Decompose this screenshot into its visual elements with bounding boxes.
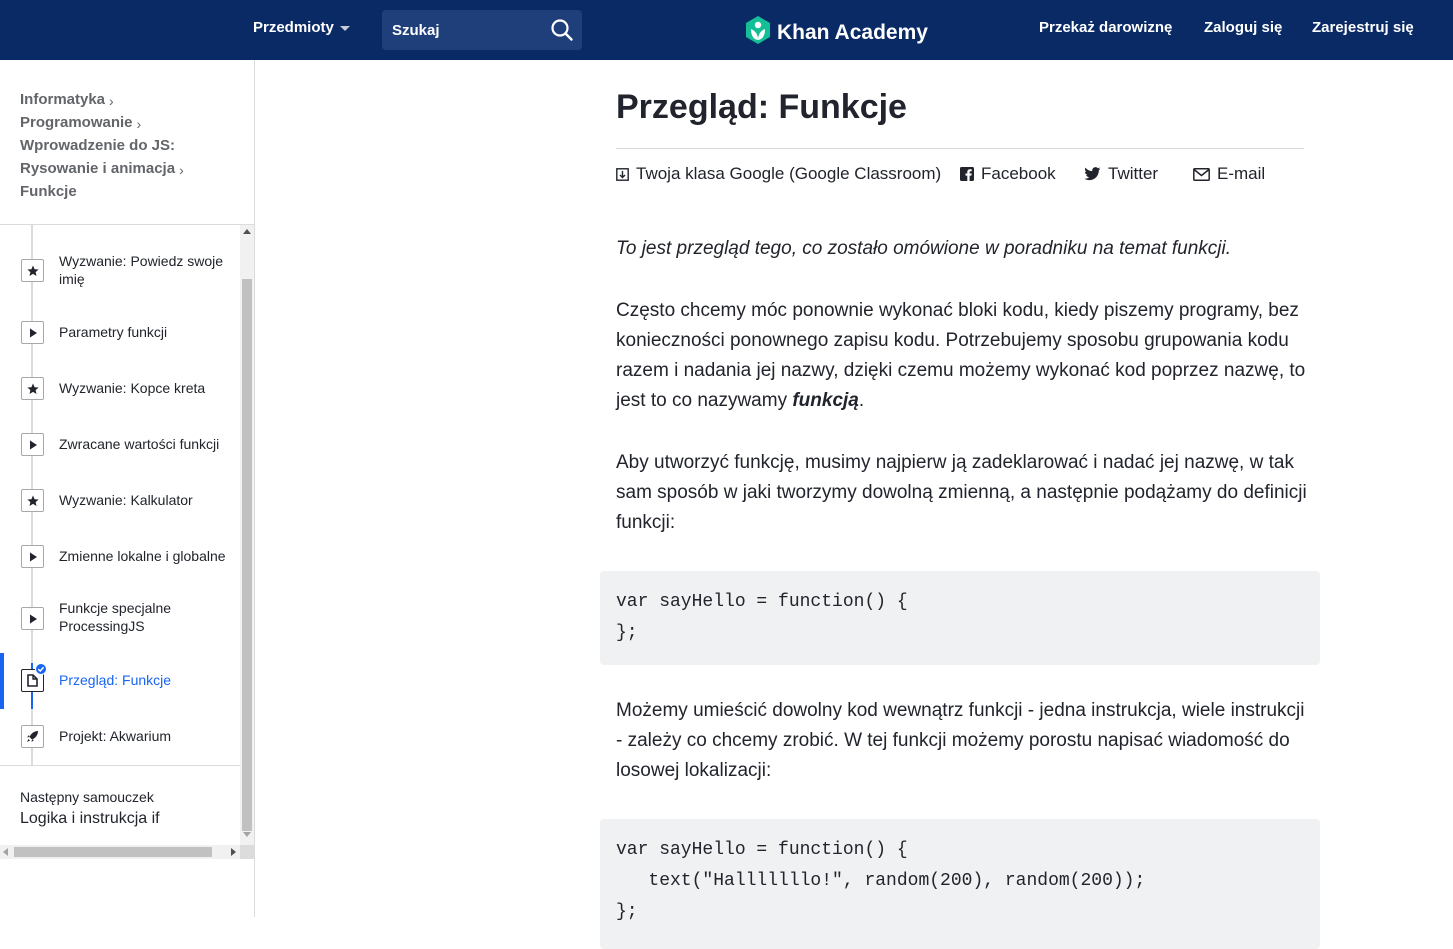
paragraph: Możemy umieścić dowolny kod wewnątrz fun… [616,700,1305,781]
chevron-right-icon: › [136,116,142,132]
subjects-label: Przedmioty [253,19,334,36]
donate-link[interactable]: Przekaż darowiznę [1039,19,1172,36]
sidebar-item-label: Wyzwanie: Kalkulator [59,492,193,508]
sidebar-item-return-values[interactable]: Zwracane wartości funkcji [0,417,240,473]
share-twitter-button[interactable]: Twitter [1084,164,1158,184]
login-link[interactable]: Zaloguj się [1204,19,1282,36]
intro-text: To jest przegląd tego, co zostało omówio… [616,238,1232,259]
scroll-right-arrow-icon[interactable] [231,848,236,856]
share-label: Facebook [981,164,1056,183]
play-icon [21,321,44,344]
code-block: var sayHello = function() { }; [600,571,1320,665]
sidebar-item-challenge-name[interactable]: Wyzwanie: Powiedz swoje imię [0,243,240,299]
share-label: Twoja klasa Google (Google Classroom) [636,164,942,183]
scroll-left-arrow-icon[interactable] [3,848,8,856]
chevron-right-icon: › [109,93,114,109]
scrollbar-corner [240,845,254,859]
sidebar-item-label: Wyzwanie: Kopce kreta [59,380,206,396]
logo-text: Khan Academy [777,21,928,44]
top-navigation-bar: Przedmioty Khan Academy Przekaż darowizn… [0,0,1453,60]
star-icon [21,377,44,400]
emphasized-term: funkcją [792,390,859,411]
chevron-down-icon [339,26,350,31]
search-box [382,10,582,50]
chevron-right-icon: › [179,162,184,178]
sidebar-item-project-aquarium[interactable]: Projekt: Akwarium [0,709,240,765]
breadcrumb-item[interactable]: Informatyka [20,91,105,108]
breadcrumb-item[interactable]: Wprowadzenie do JS: [20,137,175,154]
sidebar-item-function-parameters[interactable]: Parametry funkcji [0,305,240,361]
sidebar-item-label: Funkcje specjalne ProcessingJS [59,600,172,634]
sidebar-item-processingjs-functions[interactable]: Funkcje specjalne ProcessingJS [0,589,240,645]
page-title: Przegląd: Funkcje [616,88,907,126]
share-facebook-button[interactable]: Facebook [960,164,1056,184]
sidebar-item-label: Przegląd: Funkcje [59,672,172,688]
sidebar-item-challenge-molehills[interactable]: Wyzwanie: Kopce kreta [0,361,240,417]
sidebar-item-challenge-calculator[interactable]: Wyzwanie: Kalkulator [0,473,240,529]
scrollbar-thumb[interactable] [14,847,212,857]
sidebar-vertical-scrollbar[interactable] [240,225,254,845]
sidebar-item-label: Projekt: Akwarium [59,728,172,744]
next-tutorial-link[interactable]: Logika i instrukcja if [20,810,160,828]
signup-link[interactable]: Zarejestruj się [1312,19,1414,36]
sidebar-horizontal-scrollbar[interactable] [0,845,240,859]
share-label: Twitter [1108,164,1159,183]
share-email-button[interactable]: E-mail [1193,164,1265,184]
divider [616,148,1304,149]
scrollbar-thumb[interactable] [242,279,252,831]
paragraph-text: Często chcemy móc ponownie wykonać bloki… [616,300,1306,411]
star-icon [21,259,44,282]
scroll-up-arrow-icon[interactable] [243,229,251,234]
code-block: var sayHello = function() { text("Hallll… [600,819,1320,949]
sidebar: Informatyka › Programowanie › Wprowadzenie… [0,60,255,917]
sidebar-item-label: Parametry funkcji [59,324,168,340]
facebook-icon [960,167,974,181]
share-label: E-mail [1217,164,1266,183]
sidebar-item-label: Zmienne lokalne i globalne [59,548,226,564]
google-classroom-icon [616,167,629,181]
check-badge-icon [35,663,47,675]
twitter-icon [1084,167,1101,181]
lesson-list: Wyzwanie: Powiedz swoje imię Parametry f… [0,225,240,765]
share-google-classroom-button[interactable]: Twoja klasa Google (Google Classroom) [616,164,941,184]
breadcrumb-item[interactable]: Programowanie [20,114,133,131]
paragraph: Często chcemy móc ponownie wykonać bloki… [616,296,1316,416]
paragraph-text: . [858,390,865,411]
logo-icon [745,15,771,51]
sidebar-item-review-functions[interactable]: Przegląd: Funkcje [0,653,240,709]
next-tutorial-label: Następny samouczek [20,789,154,805]
star-icon [21,489,44,512]
rocket-icon [21,725,44,748]
play-icon [21,545,44,568]
sidebar-item-label: Wyzwanie: Powiedz swoje imię [59,253,224,287]
sidebar-item-local-global-variables[interactable]: Zmienne lokalne i globalne [0,529,240,585]
breadcrumb-item[interactable]: Rysowanie i animacja [20,160,175,177]
subjects-menu-button[interactable]: Przedmioty [253,19,350,36]
sidebar-item-label: Zwracane wartości funkcji [59,436,220,452]
khan-academy-logo[interactable]: Khan Academy [745,15,928,51]
search-input[interactable] [392,20,542,40]
scroll-down-arrow-icon[interactable] [243,832,251,837]
email-icon [1193,167,1210,181]
search-icon[interactable] [550,18,574,42]
breadcrumb-item[interactable]: Funkcje [20,183,77,200]
play-icon [21,433,44,456]
intro-paragraph: To jest przegląd tego, co zostało omówio… [616,234,1316,264]
paragraph: Aby utworzyć funkcję, musimy najpierw ją… [616,452,1307,533]
divider [0,765,240,766]
breadcrumb: Informatyka › Programowanie › Wprowadzenie… [20,88,184,203]
play-icon [21,607,44,630]
